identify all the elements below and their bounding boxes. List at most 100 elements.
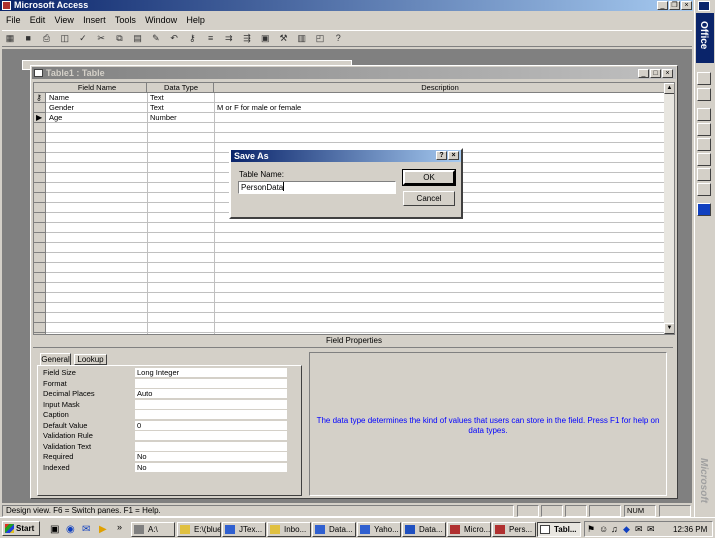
close-button[interactable]: × bbox=[681, 1, 692, 10]
property-value[interactable] bbox=[135, 378, 287, 389]
taskbar-button[interactable]: A:\ bbox=[131, 522, 175, 537]
print-preview-icon[interactable]: ◫ bbox=[58, 31, 72, 45]
property-field-size[interactable]: Field Size Long Integer bbox=[41, 368, 288, 379]
start-button[interactable]: Start bbox=[2, 521, 40, 536]
description-cell[interactable] bbox=[215, 93, 655, 103]
new-office-document-icon[interactable] bbox=[697, 72, 711, 85]
quick-launch-browser-icon[interactable]: ◉ bbox=[66, 524, 75, 535]
tray-icon[interactable]: ✉ bbox=[635, 524, 643, 535]
tab-lookup[interactable]: Lookup bbox=[74, 354, 107, 365]
paste-icon[interactable]: ▤ bbox=[131, 31, 145, 45]
property-decimal-places[interactable]: Decimal Places Auto bbox=[41, 389, 288, 400]
menu-help[interactable]: Help bbox=[186, 15, 205, 25]
quick-launch-desktop-icon[interactable]: ▣ bbox=[50, 524, 59, 535]
tray-icon[interactable]: ☺ bbox=[599, 524, 608, 534]
table-minimize-button[interactable]: _ bbox=[638, 69, 649, 78]
tray-icon[interactable]: ✉ bbox=[647, 524, 655, 535]
property-value[interactable] bbox=[135, 399, 287, 410]
table-name-input[interactable]: PersonData bbox=[238, 181, 396, 194]
field-name-cell[interactable]: Gender bbox=[47, 103, 146, 113]
scroll-up-button[interactable]: ▲ bbox=[664, 83, 674, 94]
grid-scrollbar[interactable]: ▲ ▼ bbox=[664, 83, 674, 334]
undo-icon[interactable]: ↶ bbox=[167, 31, 181, 45]
help-icon[interactable]: ? bbox=[331, 31, 345, 45]
view-icon[interactable]: ▦ bbox=[3, 31, 17, 45]
property-value[interactable]: No bbox=[135, 452, 287, 462]
new-journal-entry-icon[interactable] bbox=[697, 168, 711, 181]
data-type-cell[interactable]: Text bbox=[148, 93, 213, 103]
property-caption[interactable]: Caption bbox=[41, 410, 288, 421]
menu-window[interactable]: Window bbox=[145, 15, 177, 25]
properties-icon[interactable]: ▣ bbox=[258, 31, 272, 45]
new-note-icon[interactable] bbox=[697, 183, 711, 196]
primary-key-icon[interactable]: ⚷ bbox=[185, 31, 199, 45]
quick-launch-outlook-icon[interactable]: ✉ bbox=[82, 524, 90, 535]
new-contact-icon[interactable] bbox=[697, 153, 711, 166]
property-input-mask[interactable]: Input Mask bbox=[41, 399, 288, 411]
taskbar-button[interactable]: Inbo... bbox=[267, 522, 311, 537]
print-icon[interactable]: ⎙ bbox=[39, 31, 53, 45]
cut-icon[interactable]: ✂ bbox=[94, 31, 108, 45]
property-format[interactable]: Format bbox=[41, 378, 288, 390]
property-required[interactable]: Required No bbox=[41, 452, 288, 463]
taskbar-button[interactable]: E:\(blue) bbox=[177, 522, 221, 537]
property-validation-text[interactable]: Validation Text bbox=[41, 441, 288, 453]
property-indexed[interactable]: Indexed No bbox=[41, 462, 288, 474]
description-cell[interactable]: M or F for male or female bbox=[215, 103, 655, 113]
taskbar-button[interactable]: Data... bbox=[312, 522, 356, 537]
tray-icon[interactable]: ♫ bbox=[611, 524, 618, 534]
table-row[interactable]: ⚷ Name Text bbox=[34, 93, 664, 103]
table-close-button[interactable]: × bbox=[662, 69, 673, 78]
menu-insert[interactable]: Insert bbox=[83, 15, 106, 25]
property-value[interactable]: 0 bbox=[135, 420, 287, 431]
office-assistant-icon[interactable] bbox=[697, 203, 711, 216]
taskbar-button[interactable]: Micro... bbox=[447, 522, 491, 537]
insert-rows-icon[interactable]: ⇉ bbox=[222, 31, 236, 45]
format-painter-icon[interactable]: ✎ bbox=[149, 31, 163, 45]
tray-icon[interactable]: ⚑ bbox=[587, 524, 595, 535]
property-value[interactable] bbox=[135, 431, 287, 441]
table-row[interactable]: ▶ Age Number bbox=[34, 113, 664, 123]
dialog-close-button[interactable]: × bbox=[448, 151, 459, 160]
minimize-button[interactable]: _ bbox=[657, 1, 668, 10]
office-bar-header[interactable]: Office bbox=[696, 13, 714, 63]
scroll-down-button[interactable]: ▼ bbox=[664, 323, 674, 334]
taskbar-button[interactable]: Data... bbox=[402, 522, 446, 537]
office-bar-menu-icon[interactable] bbox=[698, 1, 710, 11]
new-object-icon[interactable]: ◰ bbox=[313, 31, 327, 45]
open-office-document-icon[interactable] bbox=[697, 88, 711, 101]
taskbar-button[interactable]: Pers... bbox=[492, 522, 536, 537]
menu-tools[interactable]: Tools bbox=[115, 15, 136, 25]
data-type-cell[interactable]: Number bbox=[148, 113, 213, 123]
cancel-button[interactable]: Cancel bbox=[403, 191, 455, 206]
menu-edit[interactable]: Edit bbox=[30, 15, 46, 25]
property-validation-rule[interactable]: Validation Rule bbox=[41, 431, 288, 442]
property-value[interactable] bbox=[135, 410, 287, 420]
table-row[interactable]: Gender Text M or F for male or female bbox=[34, 103, 664, 113]
taskbar-button[interactable]: Yaho... bbox=[357, 522, 401, 537]
spelling-icon[interactable]: ✓ bbox=[76, 31, 90, 45]
table-maximize-button[interactable]: □ bbox=[650, 69, 661, 78]
menu-file[interactable]: File bbox=[6, 15, 21, 25]
property-value[interactable] bbox=[135, 441, 287, 452]
field-name-cell[interactable]: Name bbox=[47, 93, 146, 103]
property-default-value[interactable]: Default Value 0 bbox=[41, 420, 288, 432]
field-name-cell[interactable]: Age bbox=[47, 113, 146, 123]
clock[interactable]: 12:36 PM bbox=[673, 525, 707, 534]
copy-icon[interactable]: ⧉ bbox=[112, 31, 126, 45]
taskbar-button-active[interactable]: Tabl... bbox=[537, 522, 581, 537]
property-value[interactable]: No bbox=[135, 462, 287, 473]
build-icon[interactable]: ⚒ bbox=[277, 31, 291, 45]
ok-button[interactable]: OK bbox=[402, 169, 456, 186]
tray-icon[interactable]: ◆ bbox=[623, 524, 630, 535]
dialog-help-button[interactable]: ? bbox=[436, 151, 447, 160]
property-value[interactable]: Long Integer bbox=[135, 368, 287, 378]
quick-launch-more-icon[interactable]: » bbox=[117, 522, 122, 532]
delete-rows-icon[interactable]: ⇶ bbox=[240, 31, 254, 45]
data-type-cell[interactable]: Text bbox=[148, 103, 213, 113]
menu-view[interactable]: View bbox=[55, 15, 74, 25]
save-icon[interactable]: ■ bbox=[21, 31, 35, 45]
new-message-icon[interactable] bbox=[697, 108, 711, 121]
new-appointment-icon[interactable] bbox=[697, 123, 711, 136]
indexes-icon[interactable]: ≡ bbox=[204, 31, 218, 45]
